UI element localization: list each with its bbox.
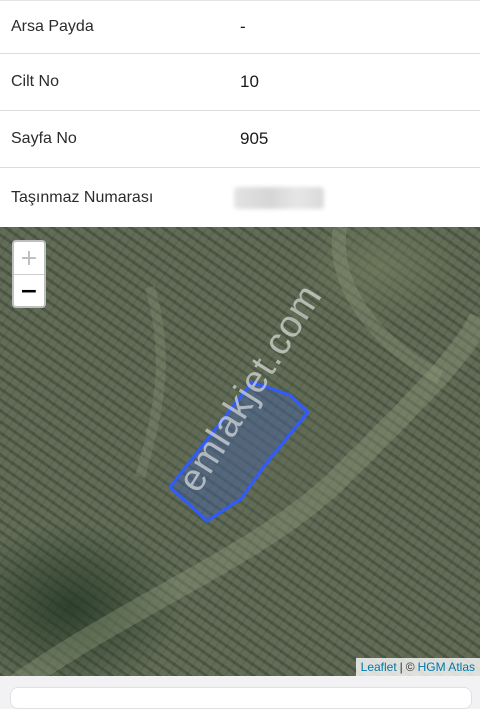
row-value: 10 bbox=[240, 72, 259, 91]
attribution-separator: | bbox=[399, 660, 403, 674]
row-cilt-no: Cilt No 10 bbox=[0, 54, 480, 111]
row-value: 905 bbox=[240, 129, 269, 148]
hgm-atlas-link[interactable]: HGM Atlas bbox=[418, 660, 475, 674]
zoom-out-button[interactable]: − bbox=[14, 275, 44, 306]
copyright-symbol: © bbox=[405, 660, 415, 674]
row-label: Sayfa No bbox=[11, 130, 77, 147]
row-value: - bbox=[240, 17, 246, 36]
blurred-value bbox=[234, 186, 324, 209]
row-sayfa-no: Sayfa No 905 bbox=[0, 111, 480, 168]
row-label: Arsa Payda bbox=[11, 18, 94, 35]
zoom-control: + − bbox=[12, 240, 46, 308]
row-label: Taşınmaz Numarası bbox=[11, 188, 154, 206]
leaflet-link[interactable]: Leaflet bbox=[361, 660, 397, 674]
row-tasinmaz-numarasi: Taşınmaz Numarası bbox=[0, 168, 480, 227]
property-info-table: Arsa Payda - Cilt No 10 Sayfa No 905 Taş… bbox=[0, 0, 480, 227]
parcel-map[interactable]: + − emlakjet.com Leaflet | © HGM Atlas bbox=[0, 227, 480, 676]
map-attribution: Leaflet | © HGM Atlas bbox=[355, 658, 480, 676]
row-arsa-payda: Arsa Payda - bbox=[0, 0, 480, 54]
row-label: Cilt No bbox=[11, 73, 60, 90]
map-imagery bbox=[10, 227, 480, 676]
next-section-card bbox=[10, 687, 472, 709]
zoom-in-button[interactable]: + bbox=[14, 242, 44, 275]
